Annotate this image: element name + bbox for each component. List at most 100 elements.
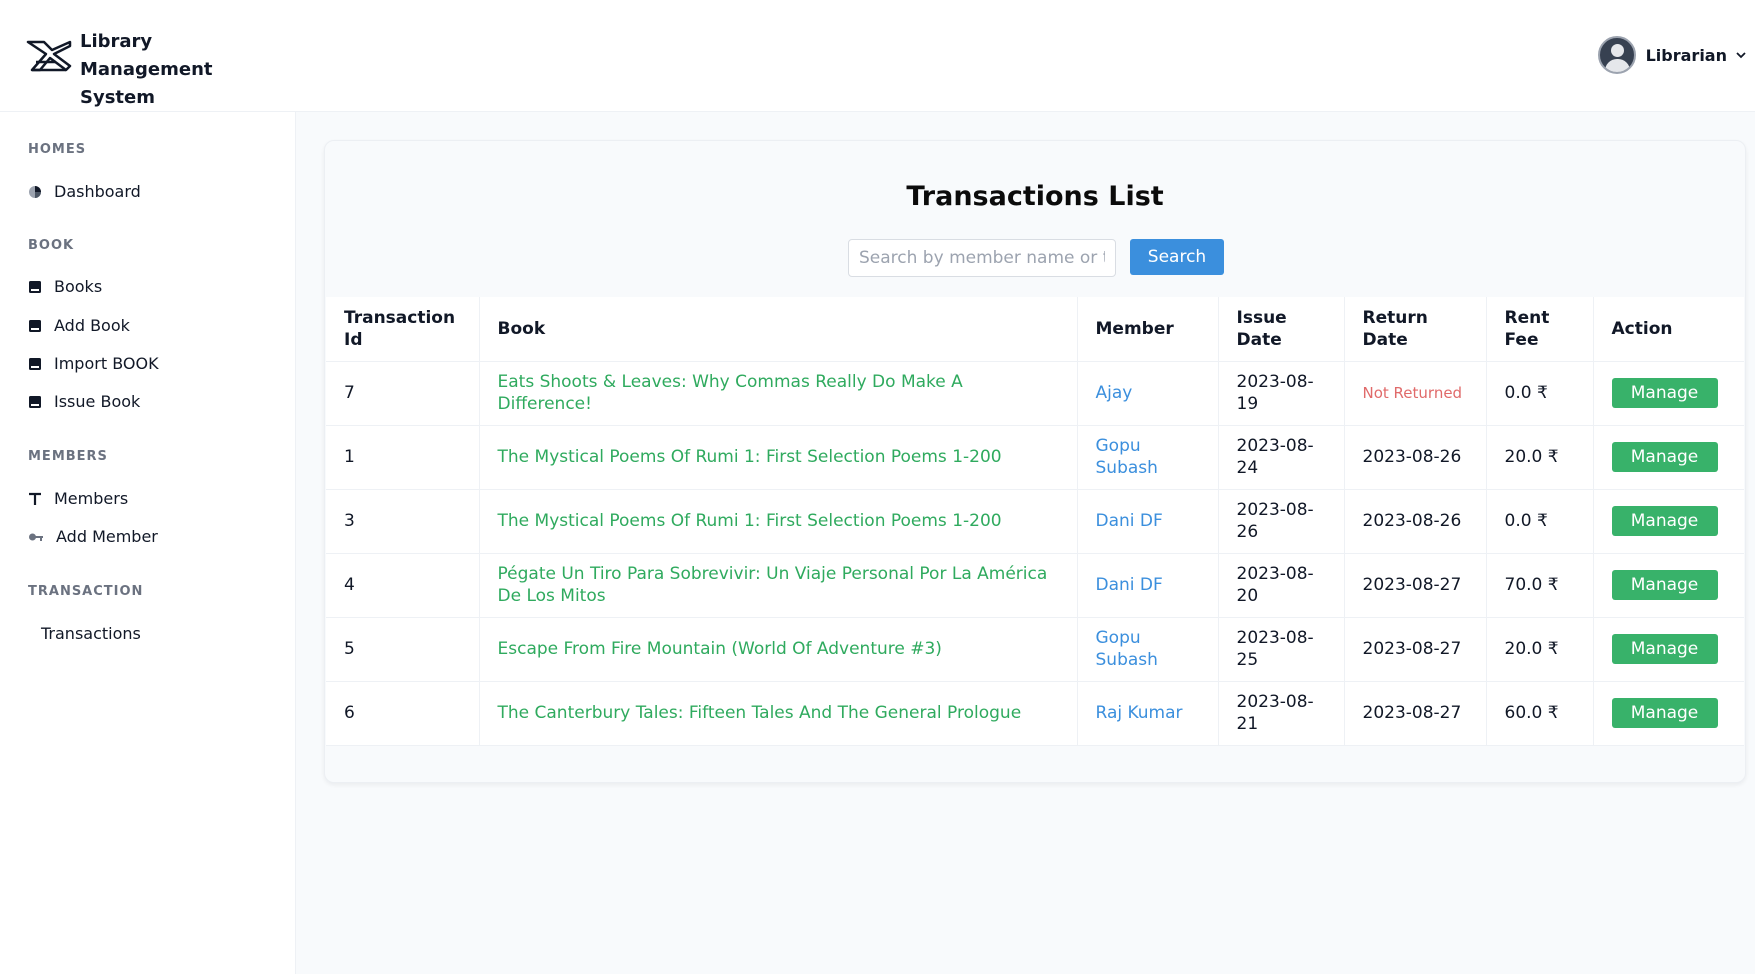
cell-transaction-id: 3: [326, 489, 480, 554]
member-link[interactable]: Ajay: [1096, 383, 1133, 403]
manage-button[interactable]: Manage: [1611, 634, 1718, 664]
cell-transaction-id: 6: [326, 681, 480, 746]
cell-issue-date: 2023-08-20: [1218, 553, 1345, 618]
cell-rent-fee: 60.0 ₹: [1486, 681, 1594, 746]
table-row: 4 Pégate Un Tiro Para Sobrevivir: Un Via…: [326, 553, 1744, 618]
sidebar: HOMES Dashboard BOOK Books Add Book Impo…: [0, 112, 296, 974]
cell-issue-date: 2023-08-26: [1218, 489, 1345, 554]
member-link[interactable]: Raj Kumar: [1096, 703, 1183, 723]
col-header-issue-date: Issue Date: [1218, 297, 1345, 362]
member-link[interactable]: Gopu Subash: [1096, 436, 1158, 478]
sidebar-item-label: Members: [54, 489, 129, 508]
cell-issue-date: 2023-08-21: [1218, 681, 1345, 746]
book-icon: [29, 280, 41, 293]
book-link[interactable]: The Canterbury Tales: Fifteen Tales And …: [498, 703, 1022, 723]
manage-button[interactable]: Manage: [1611, 442, 1718, 472]
sidebar-item-label: Transactions: [41, 624, 141, 643]
cell-return-date: 2023-08-27: [1344, 681, 1487, 746]
search-button[interactable]: Search: [1130, 239, 1224, 275]
sidebar-section-members: MEMBERS: [28, 449, 108, 464]
book-link[interactable]: The Mystical Poems Of Rumi 1: First Sele…: [498, 447, 1002, 467]
cell-transaction-id: 7: [326, 361, 480, 426]
transactions-table: Transaction Id Book Member Issue Date Re…: [326, 297, 1744, 746]
cell-return-date: 2023-08-27: [1344, 617, 1487, 682]
manage-button[interactable]: Manage: [1611, 570, 1718, 600]
book-icon: [29, 395, 41, 408]
sidebar-item-members[interactable]: Members: [28, 489, 128, 508]
sidebar-item-label: Import BOOK: [54, 354, 159, 373]
sidebar-item-issue-book[interactable]: Issue Book: [28, 392, 140, 411]
user-name: Librarian: [1645, 45, 1727, 65]
cell-rent-fee: 0.0 ₹: [1486, 489, 1594, 554]
member-link[interactable]: Gopu Subash: [1096, 628, 1158, 670]
app-title-line-2: System: [80, 87, 155, 108]
library-logo-icon: [26, 40, 72, 72]
manage-button[interactable]: Manage: [1611, 378, 1718, 408]
cell-rent-fee: 0.0 ₹: [1486, 361, 1594, 426]
text-t-icon: [29, 492, 41, 505]
sidebar-item-import-book[interactable]: Import BOOK: [28, 354, 159, 373]
member-link[interactable]: Dani DF: [1096, 511, 1163, 531]
page-title: Transactions List: [906, 181, 1164, 212]
sidebar-section-transaction: TRANSACTION: [28, 584, 144, 599]
book-link[interactable]: The Mystical Poems Of Rumi 1: First Sele…: [498, 511, 1002, 531]
search-bar: Search: [848, 239, 1224, 277]
top-header: Library Management System Librarian: [0, 0, 1755, 112]
user-menu[interactable]: Librarian: [1597, 36, 1747, 74]
cell-transaction-id: 4: [326, 553, 480, 618]
search-input[interactable]: [848, 239, 1116, 277]
sidebar-item-add-book[interactable]: Add Book: [28, 316, 130, 335]
table-row: 1 The Mystical Poems Of Rumi 1: First Se…: [326, 425, 1744, 490]
cell-return-date: 2023-08-26: [1344, 425, 1487, 490]
member-link[interactable]: Dani DF: [1096, 575, 1163, 595]
pie-chart-icon: [29, 185, 41, 198]
sidebar-item-label: Add Book: [54, 316, 130, 335]
sidebar-item-transactions[interactable]: Transactions: [41, 624, 141, 643]
table-row: 6 The Canterbury Tales: Fifteen Tales An…: [326, 681, 1744, 746]
book-icon: [29, 357, 41, 370]
sidebar-item-label: Books: [54, 277, 103, 296]
manage-button[interactable]: Manage: [1611, 698, 1718, 728]
table-row: 7 Eats Shoots & Leaves: Why Commas Reall…: [326, 361, 1744, 426]
book-link[interactable]: Escape From Fire Mountain (World Of Adve…: [498, 639, 942, 659]
app-title-line-1: Library Management: [80, 31, 213, 80]
sidebar-item-books[interactable]: Books: [28, 277, 102, 296]
sidebar-section-book: BOOK: [28, 238, 75, 253]
book-icon: [29, 319, 41, 332]
sidebar-item-add-member[interactable]: Add Member: [28, 527, 158, 546]
col-header-book: Book: [479, 297, 1078, 362]
user-avatar-icon: [1597, 36, 1636, 74]
key-icon: [29, 533, 43, 541]
table-header-row: Transaction Id Book Member Issue Date Re…: [326, 297, 1744, 362]
cell-rent-fee: 70.0 ₹: [1486, 553, 1594, 618]
cell-transaction-id: 5: [326, 617, 480, 682]
sidebar-item-label: Dashboard: [54, 182, 141, 201]
table-row: 3 The Mystical Poems Of Rumi 1: First Se…: [326, 489, 1744, 554]
cell-transaction-id: 1: [326, 425, 480, 490]
status-not-returned: Not Returned: [1362, 384, 1463, 402]
app-title: Library Management System: [80, 28, 280, 112]
col-header-return-date: Return Date: [1344, 297, 1487, 362]
book-link[interactable]: Pégate Un Tiro Para Sobrevivir: Un Viaje…: [498, 564, 1048, 606]
cell-rent-fee: 20.0 ₹: [1486, 425, 1594, 490]
sidebar-item-label: Add Member: [56, 527, 158, 546]
sidebar-item-label: Issue Book: [54, 392, 141, 411]
col-header-rent-fee: Rent Fee: [1486, 297, 1594, 362]
col-header-member: Member: [1077, 297, 1219, 362]
cell-issue-date: 2023-08-24: [1218, 425, 1345, 490]
sidebar-item-dashboard[interactable]: Dashboard: [28, 182, 141, 201]
cell-rent-fee: 20.0 ₹: [1486, 617, 1594, 682]
table-row: 5 Escape From Fire Mountain (World Of Ad…: [326, 617, 1744, 682]
col-header-action: Action: [1593, 297, 1744, 362]
transactions-card: Transactions List Search Transaction Id …: [324, 140, 1746, 783]
cell-issue-date: 2023-08-19: [1218, 361, 1345, 426]
chevron-down-icon: [1736, 52, 1746, 59]
brand[interactable]: Library Management System: [26, 28, 280, 112]
book-link[interactable]: Eats Shoots & Leaves: Why Commas Really …: [498, 372, 963, 414]
col-header-transaction-id: Transaction Id: [326, 297, 480, 362]
cell-return-date: 2023-08-27: [1344, 553, 1487, 618]
manage-button[interactable]: Manage: [1611, 506, 1718, 536]
cell-return-date: 2023-08-26: [1344, 489, 1487, 554]
sidebar-section-homes: HOMES: [28, 142, 87, 157]
cell-issue-date: 2023-08-25: [1218, 617, 1345, 682]
